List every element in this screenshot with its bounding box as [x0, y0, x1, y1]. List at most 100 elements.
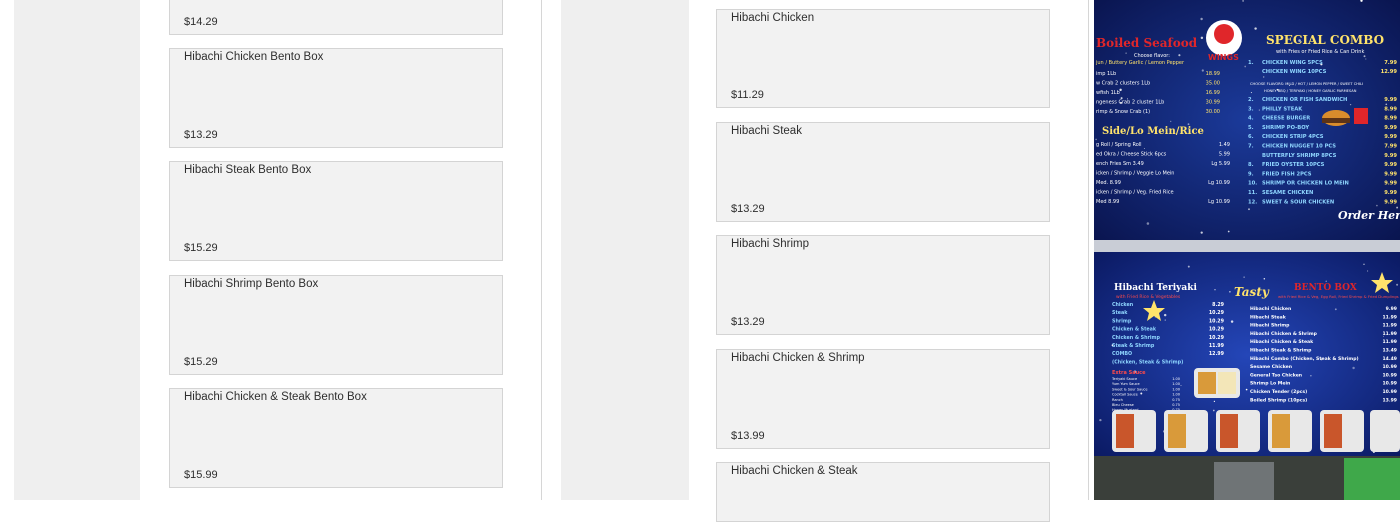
- star-dot: [1200, 17, 1203, 21]
- board-item-price: 9.99: [1386, 306, 1397, 312]
- star-dot: [1170, 120, 1172, 123]
- board-item-name: CHICKEN NUGGET 10 PCS: [1262, 144, 1336, 150]
- star-dot: [1245, 388, 1248, 391]
- menu-board-photo: Boiled Seafood Choose flavor: jun / Butt…: [1094, 0, 1400, 500]
- board-item-name: w Crab 2 clusters 1Lb: [1096, 81, 1150, 87]
- board-item-name: FRIED OYSTER 10PCS: [1262, 162, 1325, 168]
- star-dot: [1200, 36, 1204, 40]
- green-wall: [1344, 458, 1400, 500]
- board-item-name: Hibachi Steak: [1250, 314, 1287, 320]
- board-item-name: FRIED FISH 2PCS: [1262, 171, 1312, 177]
- board-item-name: Ranch: [1112, 398, 1123, 402]
- board-item-price: 9.99: [1384, 181, 1397, 187]
- board-item-price: 30.99: [1206, 100, 1220, 106]
- menu-item-name: Hibachi Chicken & Steak: [731, 465, 858, 477]
- flavor-choices: CHOOSE FLAVORS: MILD / HOT / LEMON PEPPE…: [1250, 82, 1363, 86]
- menu-item-card[interactable]: Hibachi Chicken & Steak Bento Box $15.99: [169, 388, 503, 488]
- star-dot: [1099, 418, 1102, 422]
- menu-item-card[interactable]: Hibachi Chicken Bento Box $13.29: [169, 48, 503, 148]
- star-dot: [1213, 400, 1216, 403]
- board-item-name: Hibachi Steak & Shrimp: [1250, 348, 1312, 354]
- board-item-name: icken / Shrimp / Veg. Fried Rice: [1096, 190, 1174, 196]
- board-item-name: ngeness Crab 2 cluster 1Lb: [1096, 100, 1164, 106]
- board-item-price: 10.99: [1382, 381, 1397, 387]
- menu-item-card[interactable]: Hibachi Steak $13.29: [716, 122, 1050, 222]
- board-item-name: Chicken & Shrimp: [1112, 335, 1161, 341]
- hibachi-teriyaki-subtitle: with Fried Rice & Vegetables: [1116, 294, 1181, 300]
- star-dot: [1363, 263, 1365, 266]
- menu-item-name: Hibachi Chicken Bento Box: [184, 51, 324, 63]
- board-item-price: 1.00: [1172, 387, 1180, 391]
- board-item-name: imp 1Lb: [1096, 71, 1116, 77]
- special-combo-subtitle: with Fries or Fried Rice & Can Drink: [1276, 49, 1364, 55]
- star-dot: [1334, 308, 1337, 311]
- star-dot: [1140, 392, 1143, 395]
- board-item-name: Med 8.99: [1096, 199, 1119, 205]
- menu-item-card[interactable]: Hibachi Shrimp Bento Box $15.29: [169, 275, 503, 375]
- menu-item-card[interactable]: Hibachi Shrimp $13.29: [716, 235, 1050, 335]
- menu-item-card[interactable]: $14.29: [169, 0, 503, 35]
- board-item-name: BUTTERFLY SHRIMP 8PCS: [1262, 153, 1337, 159]
- menu-item-card[interactable]: Hibachi Chicken & Shrimp $13.99: [716, 349, 1050, 449]
- star-dot: [1242, 0, 1245, 2]
- board-item-name: SHRIMP OR CHICKEN LO MEIN: [1262, 181, 1349, 187]
- order-here-label: Order Here: [1338, 209, 1400, 222]
- board-item-name: Chicken Tender (2pcs): [1250, 389, 1307, 395]
- board-item-number: 2.: [1248, 97, 1254, 103]
- board-item-price: 12.99: [1209, 351, 1225, 357]
- board-item-number: 11.: [1248, 190, 1257, 196]
- menu-item-name: Hibachi Steak Bento Box: [184, 164, 312, 176]
- board-item-price: 9.99: [1384, 125, 1397, 131]
- board-item-name: Shrimp Lo Mein: [1250, 381, 1290, 387]
- star-dot: [1187, 123, 1190, 126]
- board-item-price: Lg 10.99: [1208, 199, 1230, 205]
- special-combo-title: SPECIAL COMBO: [1266, 33, 1384, 47]
- board-item-name: rimp & Snow Crab (1): [1096, 109, 1150, 115]
- star-dot: [1367, 270, 1369, 272]
- board-item-name: Chicken & Steak: [1112, 327, 1157, 333]
- menu-item-name: Hibachi Shrimp: [731, 238, 809, 250]
- board-item-name: Teriyaki Sauce: [1111, 377, 1137, 381]
- star-dot: [1227, 230, 1230, 233]
- board-item-name: Cocktail Sauce: [1112, 393, 1138, 397]
- board-item-price: 8.29: [1212, 302, 1224, 308]
- board-item-name: CHICKEN WING 10PCS: [1262, 69, 1327, 75]
- board-item-name: Bleu Cheese: [1112, 403, 1134, 407]
- board-item-price: 9.99: [1384, 134, 1397, 140]
- ceiling-strip: [1094, 240, 1400, 254]
- menu-item-price: $13.29: [731, 316, 765, 328]
- board-item-name: PHILLY STEAK: [1262, 106, 1303, 112]
- menu-item-card[interactable]: Hibachi Chicken & Steak: [716, 462, 1050, 522]
- board-item-name: SWEET & SOUR CHICKEN: [1262, 199, 1334, 205]
- board-item-name: General Tso Chicken: [1250, 372, 1302, 378]
- menu-item-card[interactable]: Hibachi Steak Bento Box $15.29: [169, 161, 503, 261]
- board-item-price: 1.00: [1172, 377, 1180, 381]
- board-item-name: COMBO: [1112, 351, 1132, 357]
- column-divider: [541, 0, 542, 500]
- board-item-price: 13.49: [1382, 348, 1397, 354]
- menu-item-price: $14.29: [184, 16, 218, 28]
- star-dot: [1363, 55, 1366, 58]
- board-item-price: 11.99: [1209, 343, 1225, 349]
- star-dot: [1244, 65, 1247, 68]
- board-item-price: 9.99: [1384, 97, 1397, 103]
- menu-item-card[interactable]: Hibachi Chicken $11.29: [716, 9, 1050, 108]
- menu-board-image: Boiled Seafood Choose flavor: jun / Butt…: [1094, 0, 1400, 500]
- star-dot: [1212, 409, 1215, 412]
- star-dot: [1180, 385, 1182, 386]
- star-dot: [1376, 204, 1378, 207]
- board-item-name: Sesame Chicken: [1250, 364, 1292, 370]
- menu-item-price: $11.29: [731, 89, 764, 101]
- board-item-price: 10.99: [1382, 364, 1397, 370]
- star-dot: [1230, 320, 1234, 323]
- star-dot: [1187, 265, 1190, 268]
- flavor-options: jun / Buttery Garlic / Lemon Pepper: [1095, 60, 1185, 66]
- star-dot: [1349, 103, 1352, 106]
- board-item-price: 1.00: [1172, 382, 1180, 386]
- board-item-price: 9.99: [1384, 190, 1397, 196]
- wings-logo-bird: [1214, 24, 1234, 44]
- bento-box-subtitle: with Fried Rice & Veg, Egg Roll, Fried S…: [1278, 294, 1399, 299]
- board-item-name: CHICKEN OR FISH SANDWICH: [1262, 97, 1347, 103]
- board-item-price: 35.00: [1206, 81, 1220, 87]
- board-item-price: 11.99: [1382, 339, 1397, 345]
